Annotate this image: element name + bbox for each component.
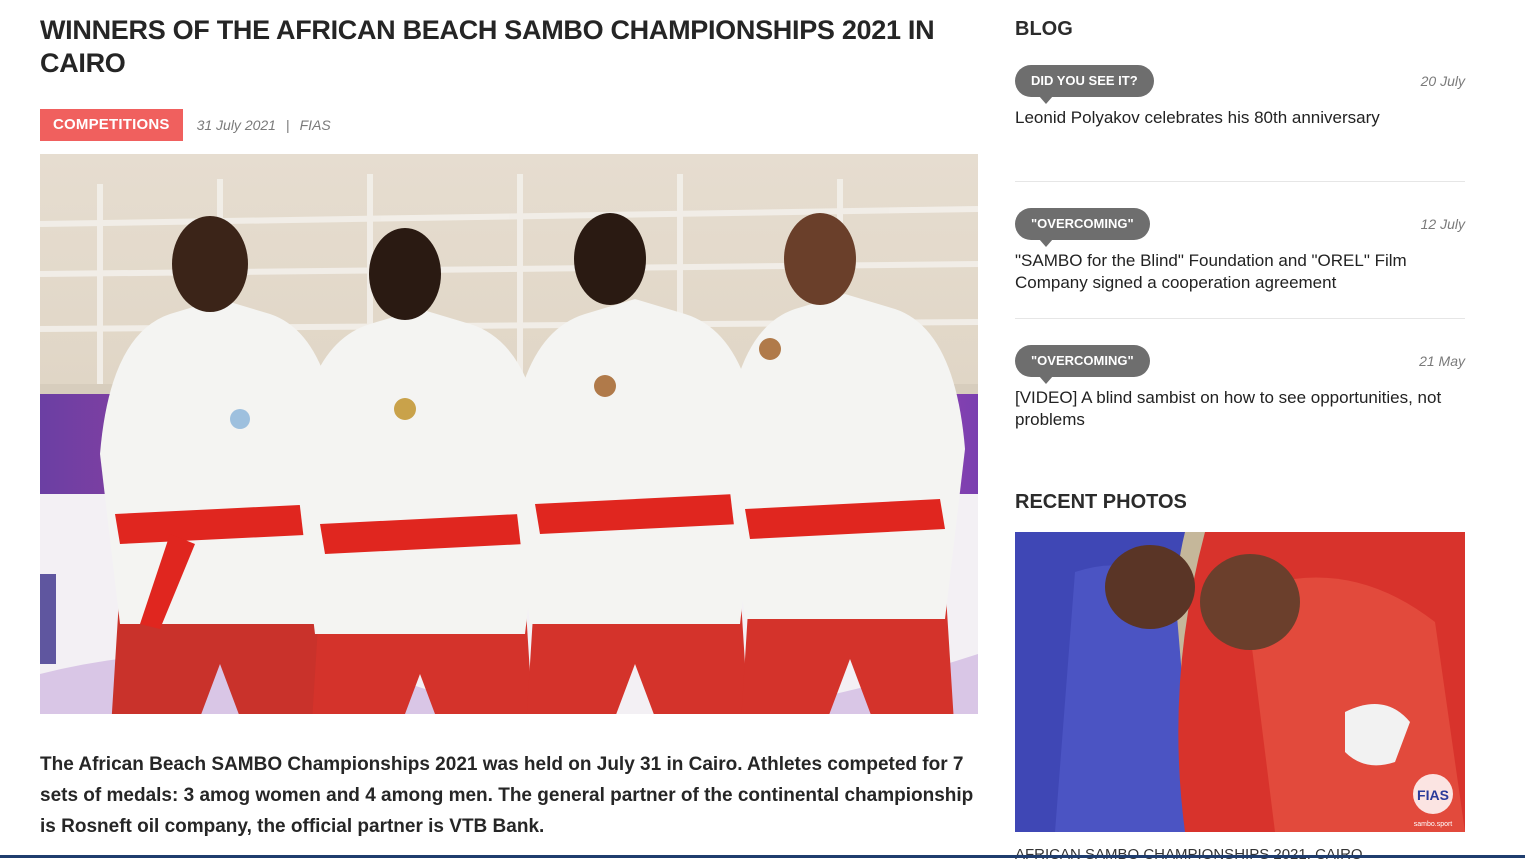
category-badge[interactable]: COMPETITIONS [40, 109, 183, 141]
article-lead: The African Beach SAMBO Championships 20… [40, 754, 974, 837]
recent-photo[interactable]: FIAS sambo.sport [1015, 532, 1465, 832]
blog-tag[interactable]: "OVERCOMING" [1015, 208, 1150, 247]
blog-date: 21 May [1419, 353, 1465, 369]
recent-photos-title: RECENT PHOTOS [1015, 491, 1187, 513]
blog-item[interactable]: "OVERCOMING" 12 July "SAMBO for the Blin… [1015, 208, 1465, 319]
blog-link[interactable]: Leonid Polyakov celebrates his 80th anni… [1015, 107, 1455, 129]
blog-date: 12 July [1420, 216, 1465, 232]
blog-item[interactable]: DID YOU SEE IT? 20 July Leonid Polyakov … [1015, 65, 1465, 182]
photo-watermark: sambo.sport [1414, 821, 1453, 828]
blog-link[interactable]: "SAMBO for the Blind" Foundation and "OR… [1015, 250, 1455, 294]
article-title: WINNERS OF THE AFRICAN BEACH SAMBO CHAMP… [40, 15, 935, 78]
blog-tag[interactable]: "OVERCOMING" [1015, 345, 1150, 384]
hero-photo [40, 154, 978, 714]
article-author[interactable]: FIAS [300, 117, 331, 133]
blog-item[interactable]: "OVERCOMING" 21 May [VIDEO] A blind samb… [1015, 345, 1465, 455]
blog-section-title: BLOG [1015, 18, 1073, 40]
svg-text:FIAS: FIAS [1417, 787, 1449, 803]
blog-link[interactable]: [VIDEO] A blind sambist on how to see op… [1015, 387, 1455, 431]
article-meta: COMPETITIONS 31 July 2021 | FIAS [40, 109, 978, 141]
meta-separator: | [285, 117, 290, 133]
sidebar: BLOG DID YOU SEE IT? 20 July Leonid Poly… [1015, 18, 1465, 863]
article: WINNERS OF THE AFRICAN BEACH SAMBO CHAMP… [40, 14, 978, 842]
blog-tag[interactable]: DID YOU SEE IT? [1015, 65, 1154, 104]
article-date: 31 July 2021 [196, 117, 276, 133]
blog-date: 20 July [1420, 73, 1465, 89]
